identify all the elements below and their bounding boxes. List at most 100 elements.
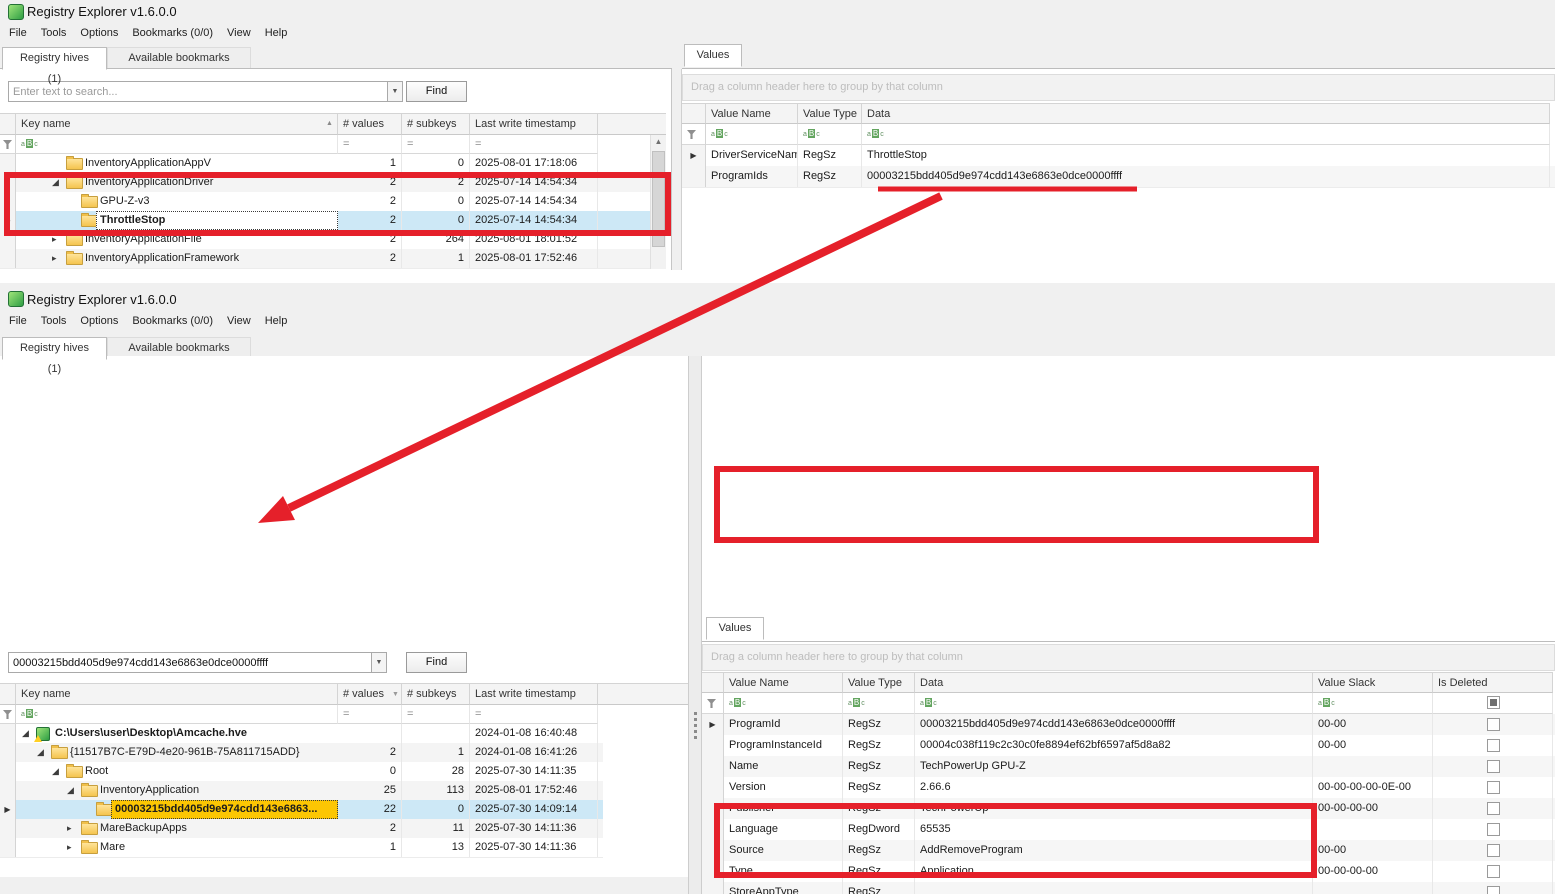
- scroll-up-icon[interactable]: ▲: [651, 137, 666, 146]
- registry-key-row[interactable]: ▸InventoryApplicationFramework212025-08-…: [0, 249, 650, 269]
- is-deleted-checkbox[interactable]: [1487, 718, 1500, 731]
- is-deleted-checkbox[interactable]: [1487, 823, 1500, 836]
- value-row[interactable]: NameRegSzTechPowerUp GPU-Z: [702, 756, 1555, 778]
- column-header-num-values[interactable]: # values: [338, 113, 402, 135]
- titlebar: Registry Explorer v1.6.0.0: [0, 0, 1555, 22]
- scrollbar-thumb[interactable]: [652, 151, 665, 247]
- menu-item[interactable]: Bookmarks (0/0): [125, 27, 220, 39]
- filter-icon[interactable]: [687, 130, 696, 139]
- value-row[interactable]: LanguageRegDword65535: [702, 819, 1555, 841]
- value-name-cell: ProgramInstanceId: [724, 735, 843, 756]
- current-row-indicator: [0, 173, 16, 192]
- menu-item[interactable]: View: [220, 315, 258, 327]
- abc-filter-icon[interactable]: aBc: [803, 129, 820, 140]
- filter-cell[interactable]: =: [402, 135, 470, 154]
- group-by-bar[interactable]: Drag a column header here to group by th…: [682, 74, 1555, 101]
- registry-key-row[interactable]: InventoryApplicationAppV102025-08-01 17:…: [0, 154, 650, 174]
- filter-cell-name[interactable]: aBc: [724, 693, 843, 714]
- menu-item[interactable]: File: [2, 27, 34, 39]
- filter-cell-slack[interactable]: aBc: [1313, 693, 1433, 714]
- menu-item[interactable]: Options: [73, 27, 125, 39]
- is-deleted-checkbox[interactable]: [1487, 865, 1500, 878]
- value-row[interactable]: ▶ProgramIdRegSz00003215bdd405d9e974cdd14…: [702, 714, 1555, 736]
- filter-cell[interactable]: =: [338, 135, 402, 154]
- registry-key-row[interactable]: GPU-Z-v3202025-07-14 14:54:34: [0, 192, 650, 212]
- tab-registry-hives[interactable]: Registry hives (1): [2, 337, 107, 360]
- column-header-type[interactable]: Value Type: [843, 672, 915, 693]
- column-header-data[interactable]: Data: [915, 672, 1313, 693]
- is-deleted-checkbox[interactable]: [1487, 760, 1500, 773]
- value-type-cell: RegSz: [798, 145, 862, 166]
- value-row[interactable]: ▶DriverServiceNameRegSzThrottleStop: [682, 145, 1555, 167]
- column-header-name[interactable]: Value Name: [724, 672, 843, 693]
- value-data-cell: Application: [915, 861, 1313, 882]
- menu-item[interactable]: Tools: [34, 315, 74, 327]
- is-deleted-checkbox[interactable]: [1487, 886, 1500, 894]
- registry-key-row[interactable]: ▸InventoryApplicationFile22642025-08-01 …: [0, 230, 650, 250]
- registry-key-row[interactable]: ◢InventoryApplicationDriver222025-07-14 …: [0, 173, 650, 193]
- filter-cell-type[interactable]: aBc: [798, 124, 862, 145]
- column-header-num-subkeys[interactable]: # subkeys: [402, 113, 470, 135]
- tab-available-bookmarks[interactable]: Available bookmarks (0/0): [107, 47, 251, 69]
- timestamp-cell: 2025-08-01 17:52:46: [470, 249, 598, 268]
- search-input[interactable]: [8, 81, 388, 102]
- column-header-name[interactable]: Value Name: [706, 103, 798, 124]
- tab-values[interactable]: Values: [706, 617, 764, 640]
- filter-cell-type[interactable]: aBc: [843, 693, 915, 714]
- column-header-type[interactable]: Value Type: [798, 103, 862, 124]
- is-deleted-filter-checkbox[interactable]: [1487, 696, 1500, 709]
- is-deleted-checkbox[interactable]: [1487, 739, 1500, 752]
- menu-item[interactable]: Options: [73, 315, 125, 327]
- menu-item[interactable]: Tools: [34, 27, 74, 39]
- value-type-cell: RegSz: [843, 735, 915, 756]
- tab-registry-hives[interactable]: Registry hives (1): [2, 47, 107, 70]
- abc-filter-icon[interactable]: aBc: [729, 698, 746, 709]
- filter-icon[interactable]: [3, 140, 12, 149]
- value-row[interactable]: SourceRegSzAddRemoveProgram00-00: [702, 840, 1555, 862]
- abc-filter-icon[interactable]: aBc: [848, 698, 865, 709]
- filter-cell-data[interactable]: aBc: [862, 124, 1550, 145]
- filter-cell[interactable]: =: [470, 135, 598, 154]
- is-deleted-checkbox[interactable]: [1487, 781, 1500, 794]
- group-by-bar[interactable]: Drag a column header here to group by th…: [702, 644, 1555, 671]
- expand-toggle-icon[interactable]: ▸: [52, 249, 57, 268]
- filter-cell-key-name[interactable]: aBc: [16, 135, 338, 154]
- find-button[interactable]: Find: [406, 81, 467, 102]
- menu-item[interactable]: File: [2, 315, 34, 327]
- filter-cell-name[interactable]: aBc: [706, 124, 798, 145]
- value-row[interactable]: VersionRegSz2.66.600-00-00-00-0E-00: [702, 777, 1555, 799]
- column-header-deleted[interactable]: Is Deleted: [1433, 672, 1553, 693]
- abc-filter-icon[interactable]: aBc: [867, 129, 884, 140]
- expand-toggle-icon[interactable]: ▸: [52, 230, 57, 249]
- value-row[interactable]: TypeRegSzApplication00-00-00-00: [702, 861, 1555, 883]
- expand-toggle-icon[interactable]: ◢: [52, 173, 59, 192]
- tab-values[interactable]: Values: [684, 44, 742, 67]
- abc-filter-icon[interactable]: aBc: [21, 139, 38, 150]
- filter-icon[interactable]: [707, 699, 716, 708]
- vertical-scrollbar[interactable]: ▲: [650, 135, 666, 269]
- abc-filter-icon[interactable]: aBc: [920, 698, 937, 709]
- window-title: Registry Explorer v1.6.0.0: [27, 4, 177, 19]
- menu-item[interactable]: Bookmarks (0/0): [125, 315, 220, 327]
- column-header-key-name[interactable]: Key name: [16, 113, 338, 135]
- value-row[interactable]: PublisherRegSzTechPowerUp00-00-00-00: [702, 798, 1555, 820]
- column-header-last-write[interactable]: Last write timestamp: [470, 113, 598, 135]
- num-values-cell: 2: [338, 173, 402, 192]
- filter-cell-data[interactable]: aBc: [915, 693, 1313, 714]
- value-row[interactable]: ProgramIdsRegSz00003215bdd405d9e974cdd14…: [682, 166, 1555, 188]
- is-deleted-checkbox[interactable]: [1487, 844, 1500, 857]
- abc-filter-icon[interactable]: aBc: [711, 129, 728, 140]
- menu-item[interactable]: Help: [258, 315, 295, 327]
- menu-item[interactable]: View: [220, 27, 258, 39]
- is-deleted-checkbox[interactable]: [1487, 802, 1500, 815]
- current-row-indicator: [702, 735, 724, 756]
- abc-filter-icon[interactable]: aBc: [1318, 698, 1335, 709]
- filter-cell-deleted[interactable]: [1433, 693, 1553, 714]
- registry-key-row[interactable]: ▶ThrottleStop202025-07-14 14:54:34: [0, 211, 650, 231]
- value-row[interactable]: ProgramInstanceIdRegSz00004c038f119c2c30…: [702, 735, 1555, 757]
- column-header-data[interactable]: Data: [862, 103, 1550, 124]
- value-row[interactable]: StoreAppTypeRegSz: [702, 882, 1555, 894]
- menu-item[interactable]: Help: [258, 27, 295, 39]
- column-header-slack[interactable]: Value Slack: [1313, 672, 1433, 693]
- search-dropdown-button[interactable]: ▼: [388, 81, 403, 102]
